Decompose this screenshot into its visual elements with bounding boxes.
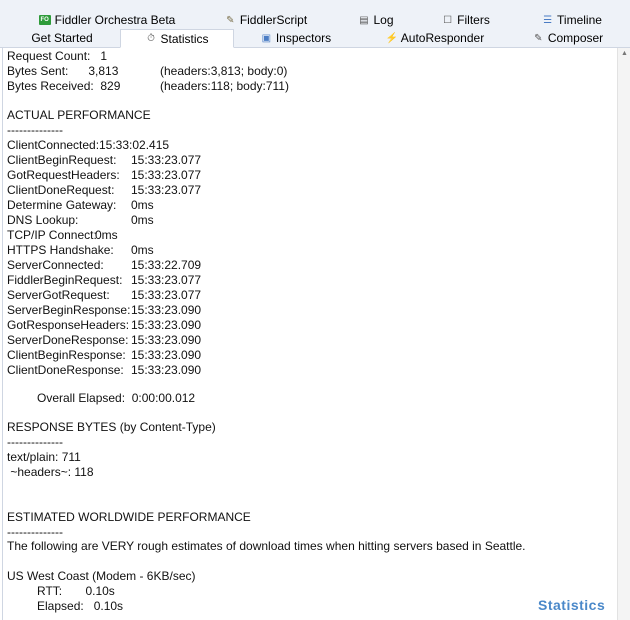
timing-value: 15:33:23.077 (131, 273, 202, 287)
tab-row-bottom: Get Started ⏱ Statistics ▣ Inspectors ⚡ … (0, 29, 630, 48)
actual-performance-heading: ACTUAL PERFORMANCE (7, 108, 151, 122)
bytes-sent-detail: (headers:3,813; body:0) (160, 64, 288, 78)
timing-label: GotRequestHeaders: (7, 168, 120, 182)
timing-label: TCP/IP Connect: (7, 228, 97, 242)
response-bytes-line: ~headers~: 118 (7, 465, 94, 479)
compose-icon: ✎ (534, 32, 543, 44)
bytes-received: Bytes Received: 829 (7, 79, 121, 93)
timing-value: 15:33:22.709 (131, 258, 202, 272)
tab-log[interactable]: ▤ Log (338, 11, 414, 29)
timing-label: Determine Gateway: (7, 198, 117, 212)
tab-label: Statistics (160, 31, 209, 46)
tab-statistics[interactable]: ⏱ Statistics (120, 29, 234, 48)
stopwatch-icon: ⏱ (147, 33, 155, 44)
region-label: US West Coast (Modem - 6KB/sec) (7, 569, 196, 583)
timing-label: ServerConnected: (7, 258, 104, 272)
timing-label: ClientBeginResponse: (7, 348, 126, 362)
request-count: Request Count: 1 (7, 49, 108, 63)
tab-autoresponder[interactable]: ⚡ AutoResponder (360, 29, 510, 47)
timing-label: ServerGotRequest: (7, 288, 110, 302)
timing-value: 15:33:23.077 (131, 288, 202, 302)
tab-label: Timeline (557, 13, 602, 27)
separator: -------------- (7, 525, 63, 539)
watermark-label: Statistics (538, 597, 606, 613)
timing-label: ClientDoneResponse: (7, 363, 124, 377)
timing-value: 0ms (95, 228, 118, 242)
timing-label: HTTPS Handshake: (7, 243, 114, 257)
timing-value: 15:33:23.090 (131, 348, 202, 362)
separator: -------------- (7, 435, 63, 449)
inspect-icon: ▣ (261, 32, 272, 44)
scroll-up-arrow-icon[interactable]: ▲ (621, 50, 628, 57)
timing-value: 0ms (131, 198, 154, 212)
timing-label: ClientDoneRequest: (7, 183, 115, 197)
tab-label: FiddlerScript (239, 13, 308, 27)
timing-value: 15:33:23.090 (131, 333, 202, 347)
statistics-panel: Request Count: 1 Bytes Sent: 3,813 (head… (2, 48, 618, 620)
script-icon: ✎ (226, 14, 235, 26)
timing-label: GotResponseHeaders: (7, 318, 130, 332)
elapsed-value: Elapsed: 0.10s (37, 599, 124, 613)
tab-strip: FO Fiddler Orchestra Beta ✎ FiddlerScrip… (0, 0, 630, 48)
separator: -------------- (7, 123, 63, 137)
fo-icon: FO (38, 15, 51, 25)
timing-label: FiddlerBeginRequest: (7, 273, 123, 287)
timing-value: 15:33:23.077 (131, 153, 202, 167)
tab-filters[interactable]: ☐ Filters (418, 11, 514, 29)
vertical-scrollbar[interactable]: ▲ (617, 48, 630, 620)
tab-label: AutoResponder (400, 31, 485, 45)
timing-label: ServerDoneResponse: (7, 333, 129, 347)
filters-icon: ☐ (443, 14, 453, 26)
tab-composer[interactable]: ✎ Composer (512, 29, 624, 47)
overall-elapsed: Overall Elapsed: 0:00:00.012 (37, 391, 196, 405)
tab-fiddlerscript[interactable]: ✎ FiddlerScript (195, 11, 337, 29)
timing-value: 15:33:23.090 (131, 363, 202, 377)
timing-value: 0ms (131, 213, 154, 227)
estimated-note: The following are VERY rough estimates o… (7, 539, 526, 553)
tab-label: Log (373, 13, 394, 27)
response-bytes-heading: RESPONSE BYTES (by Content-Type) (7, 420, 216, 434)
timing-label: ServerBeginResponse: (7, 303, 131, 317)
timeline-icon: ☰ (543, 14, 553, 26)
bytes-sent: Bytes Sent: 3,813 (7, 64, 119, 78)
estimated-heading: ESTIMATED WORLDWIDE PERFORMANCE (7, 510, 251, 524)
timing-value: 15:33:02.415 (99, 138, 170, 152)
tab-label: Fiddler Orchestra Beta (54, 13, 176, 27)
timing-value: 0ms (131, 243, 154, 257)
log-icon: ▤ (359, 14, 369, 26)
timing-value: 15:33:23.090 (131, 303, 202, 317)
timing-label: ClientConnected: (7, 138, 100, 152)
timing-value: 15:33:23.090 (131, 318, 202, 332)
tab-inspectors[interactable]: ▣ Inspectors (236, 29, 356, 47)
tab-label: Filters (457, 13, 490, 27)
timing-value: 15:33:23.077 (131, 183, 202, 197)
lightning-icon: ⚡ (385, 32, 399, 44)
rtt-value: RTT: 0.10s (37, 584, 115, 598)
tab-label: Get Started (31, 31, 93, 45)
timing-label: ClientBeginRequest: (7, 153, 117, 167)
response-bytes-line: text/plain: 711 (7, 450, 81, 464)
tab-label: Composer (547, 31, 604, 45)
tab-fiddler-orchestra[interactable]: FO Fiddler Orchestra Beta (22, 11, 192, 29)
tab-get-started[interactable]: Get Started (4, 29, 120, 47)
bytes-received-detail: (headers:118; body:711) (160, 79, 289, 93)
timing-label: DNS Lookup: (7, 213, 79, 227)
timing-value: 15:33:23.077 (131, 168, 202, 182)
tab-timeline[interactable]: ☰ Timeline (520, 11, 624, 29)
tab-label: Inspectors (275, 31, 332, 45)
tab-row-top: FO Fiddler Orchestra Beta ✎ FiddlerScrip… (0, 11, 630, 29)
